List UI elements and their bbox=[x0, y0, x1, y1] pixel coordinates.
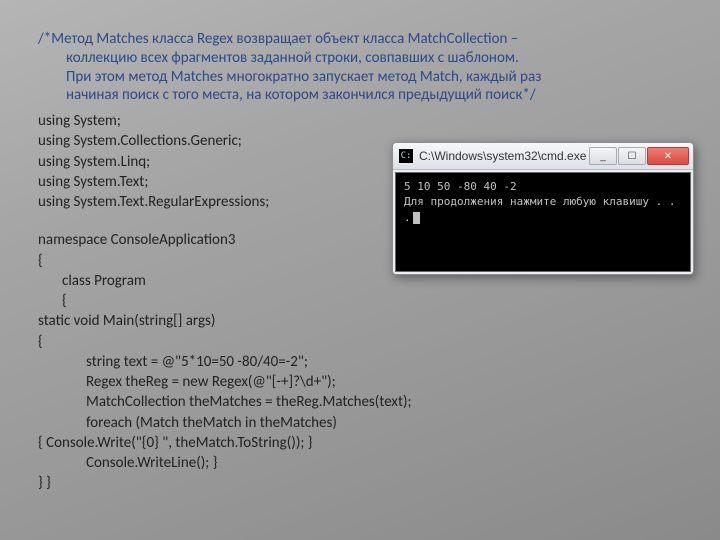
titlebar[interactable]: C: C:\Windows\system32\cmd.exe _ ☐ ✕ bbox=[393, 143, 693, 170]
matchcollection-line: MatchCollection theMatches = theReg.Matc… bbox=[38, 392, 682, 412]
output-line-2: Для продолжения нажмите любую клавишу . … bbox=[404, 194, 682, 225]
brace-open-3: { bbox=[38, 332, 682, 352]
minimize-button[interactable]: _ bbox=[589, 147, 617, 165]
intro-comment: /*Метод Matches класса Regex возвращает … bbox=[38, 30, 682, 105]
console-writeline: Console.WriteLine(); } bbox=[38, 453, 682, 473]
comment-line2: коллекцию всех фрагментов заданной строк… bbox=[38, 49, 682, 68]
cmd-icon: C: bbox=[399, 149, 413, 163]
output-line-1: 5 10 50 -80 40 -2 bbox=[404, 179, 682, 194]
string-text-line: string text = @"5*10=50 -80/40=-2"; bbox=[38, 352, 682, 372]
console-output: 5 10 50 -80 40 -2 Для продолжения нажмит… bbox=[395, 172, 691, 272]
comment-line3: При этом метод Matches многократно запус… bbox=[38, 68, 682, 87]
foreach-line: foreach (Match theMatch in theMatches) bbox=[38, 413, 682, 433]
closing-braces: } } bbox=[38, 473, 682, 493]
comment-line4: начиная поиск с того места, на котором з… bbox=[38, 86, 682, 105]
console-write-line: { Console.Write("{0} ", theMatch.ToStrin… bbox=[38, 433, 682, 453]
brace-open-2: { bbox=[38, 291, 682, 311]
cursor-icon bbox=[413, 212, 420, 224]
maximize-button[interactable]: ☐ bbox=[618, 147, 646, 165]
console-window: C: C:\Windows\system32\cmd.exe _ ☐ ✕ 5 1… bbox=[392, 142, 694, 275]
close-button[interactable]: ✕ bbox=[647, 147, 689, 165]
window-title: C:\Windows\system32\cmd.exe bbox=[419, 149, 589, 163]
comment-line1: /*Метод Matches класса Regex возвращает … bbox=[38, 30, 518, 48]
regex-line: Regex theReg = new Regex(@"[-+]?\d+"); bbox=[38, 372, 682, 392]
main-signature: static void Main(string[] args) bbox=[38, 311, 682, 331]
using-system: using System; bbox=[38, 111, 682, 131]
